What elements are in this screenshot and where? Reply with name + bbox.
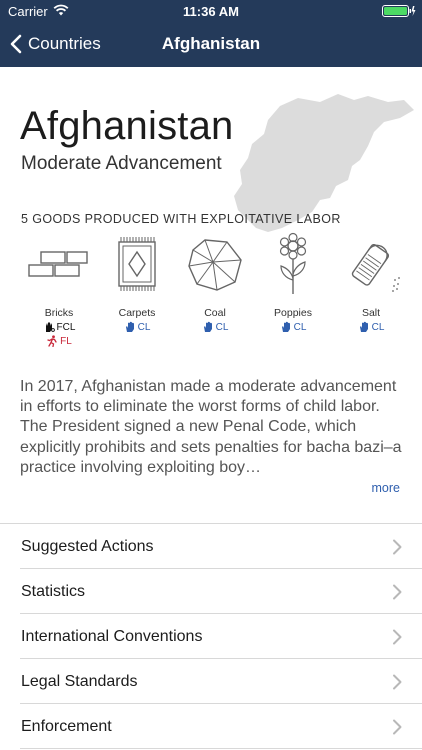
labor-tag: CL [332, 321, 410, 333]
section-label: Legal Standards [21, 672, 138, 690]
section-row-legal-standards[interactable]: Legal Standards [0, 659, 422, 704]
good-item-poppies[interactable]: Poppies CL [254, 232, 332, 333]
good-name: Coal [204, 307, 226, 319]
good-name: Carpets [118, 307, 156, 319]
more-link[interactable]: more [372, 481, 400, 495]
chevron-right-icon [393, 584, 402, 600]
section-row-suggested-actions[interactable]: Suggested Actions [0, 524, 422, 569]
good-item-salt[interactable]: Salt CL [332, 232, 410, 333]
navigation-bar: Countries Afghanistan [0, 22, 422, 67]
goods-list: Bricks FCL FL Carpets CL Coal CL Poppies… [20, 232, 410, 352]
hand-icon [281, 321, 290, 332]
advancement-level: Moderate Advancement [21, 153, 222, 174]
goods-heading: 5 GOODS PRODUCED WITH EXPLOITATIVE LABOR [21, 212, 341, 226]
good-name: Bricks [44, 307, 74, 319]
section-row-enforcement[interactable]: Enforcement [0, 704, 422, 749]
chevron-right-icon [393, 719, 402, 735]
labor-tag: FL [20, 335, 98, 347]
chevron-right-icon [393, 674, 402, 690]
page-title: Afghanistan [161, 34, 261, 53]
labor-tag: CL [98, 321, 176, 333]
chevron-right-icon [393, 629, 402, 645]
carpet-icon [118, 237, 156, 291]
good-item-coal[interactable]: Coal CL [176, 232, 254, 333]
section-label: Suggested Actions [21, 537, 154, 555]
hand-icon [125, 321, 134, 332]
good-item-bricks[interactable]: Bricks FCL FL [20, 232, 98, 347]
status-bar: Carrier 11:36 AM [0, 0, 422, 22]
section-label: Statistics [21, 582, 86, 600]
section-label: International Conventions [21, 627, 203, 645]
country-name: Afghanistan [20, 104, 234, 148]
coal-icon [188, 239, 242, 291]
hand-chain-icon [45, 322, 55, 332]
section-list: Suggested Actions Statistics Internation… [0, 523, 422, 749]
labor-tag: CL [176, 321, 254, 333]
chevron-right-icon [393, 539, 402, 555]
labor-tag: FCL [20, 321, 98, 333]
section-label: Enforcement [21, 717, 112, 735]
salt-shaker-icon [351, 243, 400, 292]
good-name: Poppies [274, 307, 312, 319]
top-bar: Carrier 11:36 AM Countries Afghanistan [0, 0, 422, 67]
bricks-icon [28, 251, 88, 277]
section-row-international-conventions[interactable]: International Conventions [0, 614, 422, 659]
labor-tag: CL [254, 321, 332, 333]
running-person-icon [47, 335, 57, 347]
clock: 11:36 AM [183, 4, 239, 19]
section-row-statistics[interactable]: Statistics [0, 569, 422, 614]
country-description: In 2017, Afghanistan made a moderate adv… [20, 378, 402, 476]
good-name: Salt [361, 307, 381, 319]
hand-icon [203, 321, 212, 332]
poppy-icon [279, 232, 307, 294]
hand-icon [359, 321, 368, 332]
battery-icon [382, 5, 416, 17]
good-item-carpets[interactable]: Carpets CL [98, 232, 176, 333]
